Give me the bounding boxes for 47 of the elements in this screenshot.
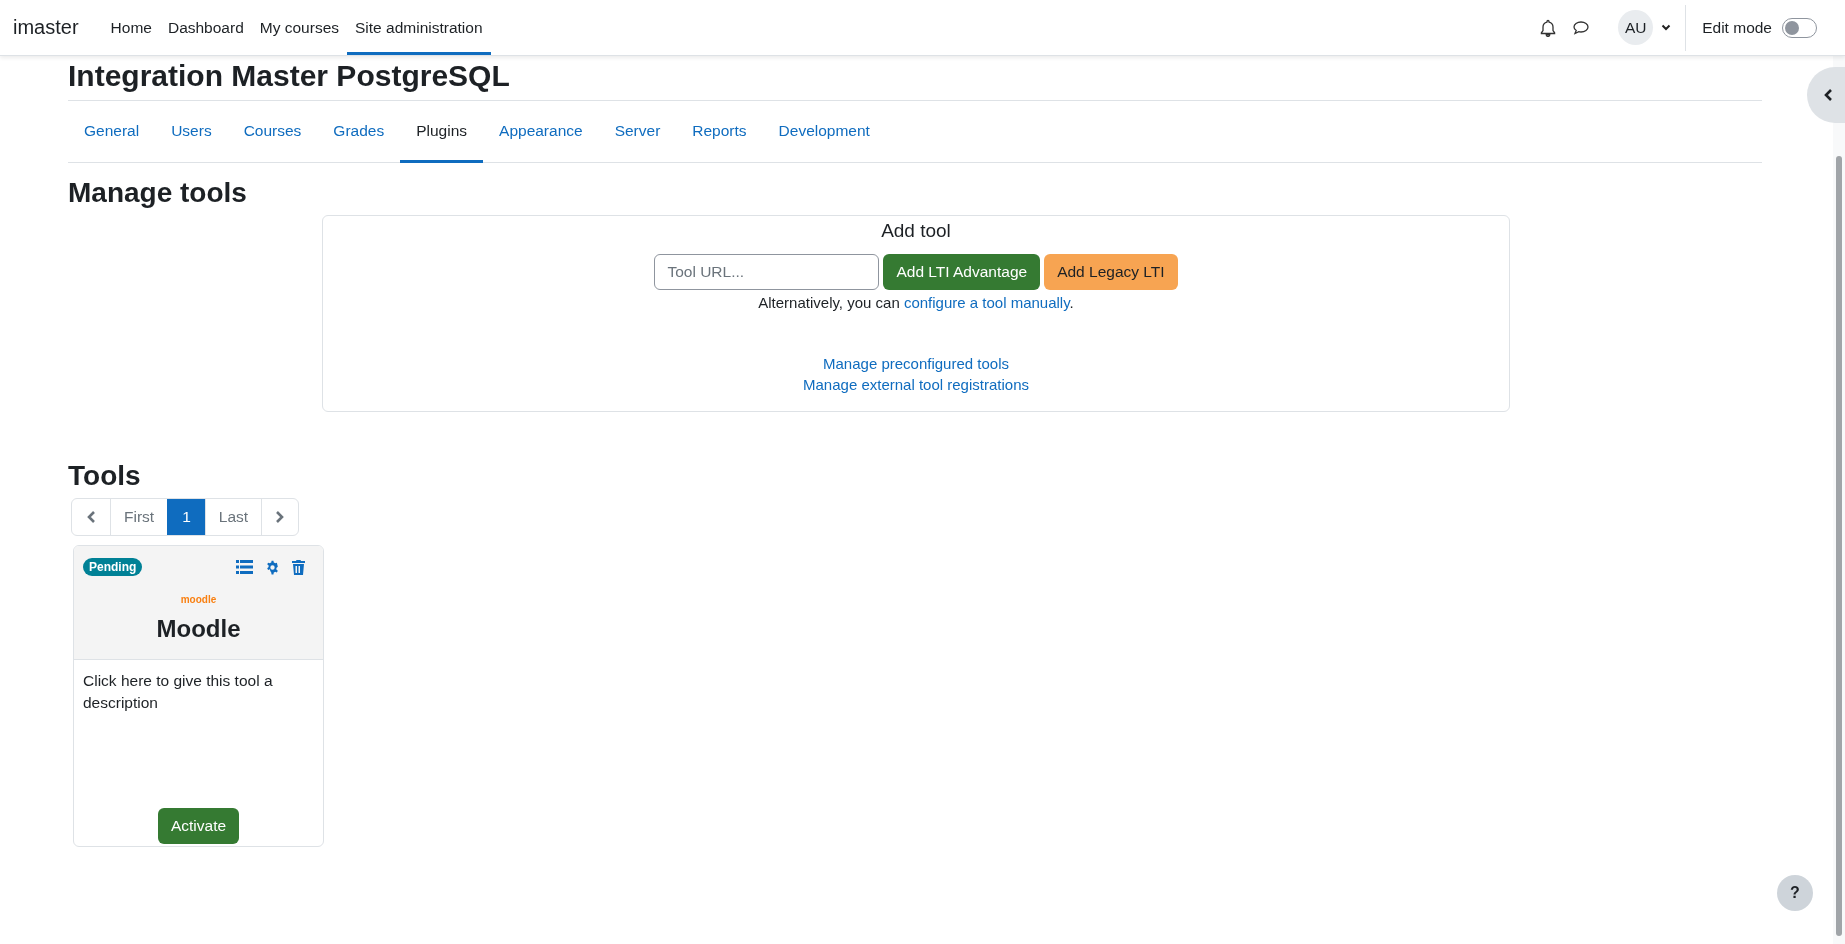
alternative-text: Alternatively, you can configure a tool manually. bbox=[758, 294, 1074, 311]
nav-link[interactable]: Dashboard bbox=[159, 0, 252, 55]
last-page-button[interactable]: Last bbox=[204, 499, 262, 535]
edit-mode-label: Edit mode bbox=[1702, 18, 1772, 37]
chevron-left-icon bbox=[1822, 88, 1834, 102]
admin-tab[interactable]: Server bbox=[598, 101, 677, 163]
admin-tab[interactable]: Courses bbox=[227, 101, 318, 163]
status-badge: Pending bbox=[83, 558, 143, 576]
manage-link[interactable]: Manage external tool registrations bbox=[803, 376, 1029, 393]
page-title: Integration Master PostgreSQL bbox=[68, 58, 510, 94]
tool-url-field[interactable]: Tool URL... bbox=[654, 254, 880, 290]
add-tool-button[interactable]: Add LTI Advantage bbox=[883, 254, 1041, 290]
admin-tab[interactable]: General bbox=[68, 101, 156, 163]
page-button[interactable]: 1 bbox=[167, 499, 205, 535]
caret-icon[interactable] bbox=[1661, 24, 1672, 31]
help-button[interactable]: ? bbox=[1777, 875, 1813, 911]
admin-tab[interactable]: Appearance bbox=[483, 101, 599, 163]
panel-title: Add tool bbox=[881, 220, 951, 242]
settings-icon[interactable] bbox=[265, 559, 280, 575]
nav-link[interactable]: Home bbox=[102, 0, 160, 55]
admin-tab[interactable]: Reports bbox=[676, 101, 763, 163]
tool-name: Moodle bbox=[156, 615, 241, 643]
user-avatar[interactable]: AU bbox=[1618, 10, 1654, 45]
scrollbar[interactable] bbox=[1833, 56, 1845, 944]
chat-bubble-icon[interactable] bbox=[1572, 19, 1591, 36]
section-heading: Manage tools bbox=[68, 177, 248, 209]
chevron-right-icon bbox=[275, 510, 286, 524]
activate-button[interactable]: Activate bbox=[157, 808, 240, 844]
admin-tab[interactable]: Users bbox=[155, 101, 228, 163]
nav-link[interactable]: My courses bbox=[251, 0, 347, 55]
bell-icon[interactable] bbox=[1540, 18, 1557, 37]
admin-tab[interactable]: Plugins bbox=[400, 101, 484, 163]
drawer-toggle[interactable] bbox=[1807, 67, 1845, 123]
edit-mode-switch[interactable] bbox=[1782, 17, 1817, 38]
nav-link[interactable]: Site administration bbox=[347, 0, 491, 55]
list-icon[interactable] bbox=[236, 560, 253, 574]
admin-tab[interactable]: Development bbox=[762, 101, 886, 163]
site-brand[interactable]: imaster bbox=[13, 16, 79, 39]
trash-icon[interactable] bbox=[292, 559, 305, 575]
tool-logo: moodle bbox=[180, 594, 217, 605]
section-heading: Tools bbox=[68, 460, 142, 492]
tool-description[interactable]: Click here to give this tool a description bbox=[83, 670, 314, 714]
manage-link[interactable]: Manage preconfigured tools bbox=[823, 355, 1009, 372]
admin-tab[interactable]: Grades bbox=[317, 101, 401, 163]
add-tool-button[interactable]: Add Legacy LTI bbox=[1044, 254, 1178, 290]
configure-link[interactable]: configure a tool manually bbox=[903, 294, 1070, 311]
chevron-left-icon bbox=[86, 510, 96, 524]
